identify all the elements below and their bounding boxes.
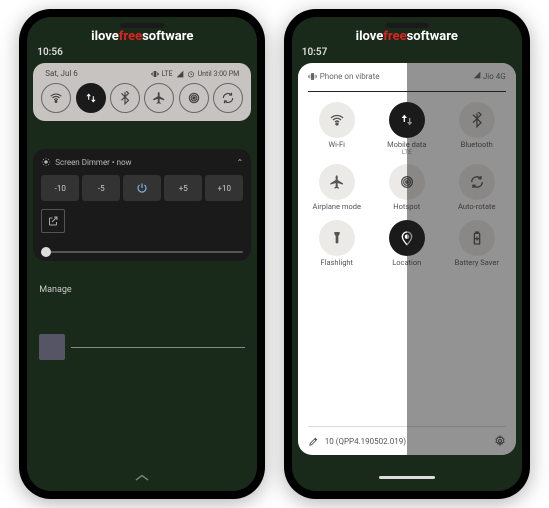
mobile-data-toggle[interactable] [76,83,106,113]
airplane-tile[interactable] [319,164,355,200]
wifi-label: Wi-Fi [328,141,345,149]
watermark: ilovefreesoftware [292,29,522,44]
wifi-toggle[interactable] [41,83,71,113]
dim-power-button[interactable] [123,175,161,201]
brightness-icon [41,157,51,167]
dim-minus10-button[interactable]: -10 [41,175,79,201]
screen-left: ilovefreesoftware 10:56 Sat, Jul 6 LTE U… [27,17,257,491]
dim-overlay [407,63,516,455]
open-app-button[interactable] [41,209,65,233]
manage-link[interactable]: Manage [39,285,71,295]
flashlight-tile[interactable] [319,220,355,256]
dim-plus10-button[interactable]: +10 [205,175,243,201]
autorotate-toggle[interactable] [213,83,243,113]
media-track [71,347,245,348]
watermark: ilovefreesoftware [27,29,257,44]
media-card[interactable] [39,327,245,367]
hotspot-toggle[interactable] [179,83,209,113]
screen-right: ilovefreesoftware 10:57 Phone on vibrate… [292,17,522,491]
vibrate-icon [151,70,159,78]
bluetooth-toggle[interactable] [110,83,140,113]
status-time: 10:57 [302,47,328,58]
brightness-slider[interactable] [41,251,243,253]
edit-icon[interactable] [308,436,319,447]
phone-right: ilovefreesoftware 10:57 Phone on vibrate… [284,9,530,499]
quick-settings-panel[interactable]: Sat, Jul 6 LTE Until 3:00 PM [33,63,251,121]
nav-hint-icon[interactable] [133,467,151,477]
alarm-icon [187,70,195,78]
wifi-tile[interactable] [319,102,355,138]
phone-left: ilovefreesoftware 10:56 Sat, Jul 6 LTE U… [19,9,265,499]
vibrate-icon [308,72,317,81]
screen-dimmer-notification[interactable]: Screen Dimmer • now ⌃ -10 -5 +5 +10 [33,149,251,261]
signal-icon [176,70,184,78]
date-label: Sat, Jul 6 [45,69,78,78]
status-time: 10:56 [37,47,63,58]
dim-plus5-button[interactable]: +5 [164,175,202,201]
dim-minus5-button[interactable]: -5 [82,175,120,201]
flashlight-label: Flashlight [321,259,354,267]
chevron-up-icon[interactable]: ⌃ [237,158,244,167]
airplane-label: Airplane mode [313,203,361,211]
vibrate-status: Phone on vibrate [308,72,380,81]
build-label: 10 (QPP4.190502.019) [325,437,406,446]
home-indicator[interactable] [379,476,435,479]
airplane-toggle[interactable] [144,83,174,113]
quick-settings-expanded[interactable]: Phone on vibrate Jio 4G Wi-Fi Mobile dat… [298,63,516,455]
media-thumb [39,334,65,360]
status-icons: LTE Until 3:00 PM [151,70,240,78]
